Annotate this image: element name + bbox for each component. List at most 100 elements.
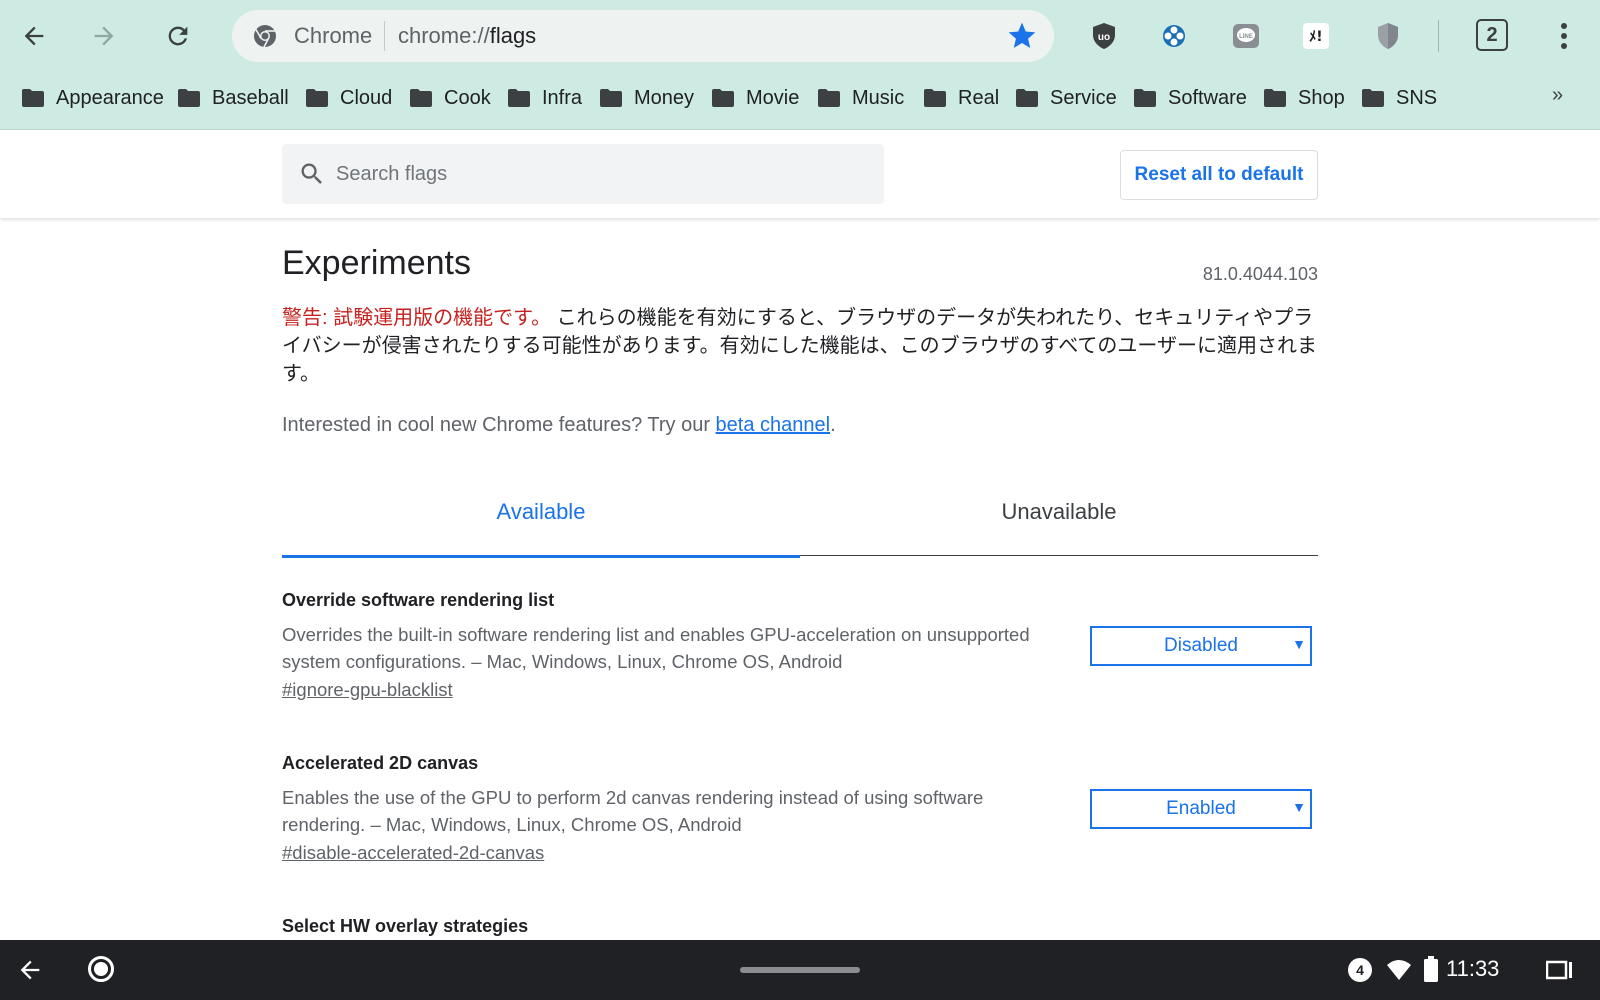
dropdown-arrow-icon: ▼ (1292, 636, 1306, 652)
bookmark-label: Shop (1298, 86, 1345, 109)
bookmark-label: Money (634, 86, 695, 109)
bookmark-folder[interactable]: Software (1134, 80, 1247, 116)
bookmark-label: Movie (746, 86, 800, 109)
folder-icon (22, 89, 44, 107)
toolbar-separator (1438, 20, 1439, 52)
overview-icon[interactable] (1546, 960, 1574, 980)
launcher-home-button[interactable] (88, 956, 114, 982)
arrow-left-icon (24, 26, 44, 46)
search-icon (301, 163, 322, 184)
folder-icon (1016, 89, 1038, 107)
bookmark-folder[interactable]: Real (924, 80, 999, 116)
arrow-right-icon (94, 26, 114, 46)
reload-icon (168, 26, 188, 46)
bookmark-label: SNS (1396, 86, 1438, 109)
flag-name: Select HW overlay strategies (282, 916, 529, 936)
bookmark-folder[interactable]: Movie (712, 80, 799, 116)
omnibox-url[interactable]: chrome://flags (398, 23, 536, 49)
flag-anchor-link[interactable]: #ignore-gpu-blacklist (282, 679, 453, 701)
notification-count-badge[interactable]: 4 (1348, 958, 1372, 982)
page-title: Experiments (282, 244, 471, 282)
bookmark-label: Real (958, 86, 1000, 109)
reset-all-button[interactable]: Reset all to default (1120, 150, 1318, 200)
flag-state-select[interactable]: Enabled ▼ (1090, 789, 1312, 829)
folder-icon (306, 89, 328, 107)
search-box[interactable] (282, 144, 884, 204)
omnibox-site-label: Chrome (294, 23, 373, 48)
back-button[interactable] (12, 14, 56, 58)
ublock-icon-label: uo (1098, 32, 1110, 43)
bookmark-folder[interactable]: Money (600, 80, 694, 116)
flag-anchor-link[interactable]: #disable-accelerated-2d-canvas (282, 842, 544, 864)
folder-icon (1264, 89, 1286, 107)
folder-icon (410, 89, 432, 107)
ublock-icon: uo (1093, 23, 1115, 49)
flag-name: Override software rendering list (282, 590, 555, 610)
wifi-icon[interactable] (1386, 958, 1412, 982)
beta-suffix: . (830, 414, 836, 436)
home-dot-icon (94, 962, 108, 976)
flags-header: Reset all to default (0, 130, 1600, 218)
hotseat-handle[interactable] (740, 967, 860, 973)
shield-icon (1378, 23, 1398, 49)
bookmark-folder[interactable]: Infra (508, 80, 582, 116)
flag-name: Accelerated 2D canvas (282, 753, 479, 773)
line-extension-button[interactable]: LINE (1230, 20, 1262, 52)
folder-icon (508, 89, 530, 107)
flags-tabs: Available Unavailable (282, 468, 1318, 558)
more-menu-icon[interactable] (1548, 18, 1580, 54)
omnibox[interactable]: Chrome chrome://flags (232, 10, 1054, 62)
folder-icon (1362, 89, 1384, 107)
bookmark-folder[interactable]: Baseball (178, 80, 289, 116)
search-input[interactable] (336, 154, 866, 194)
folder-icon (1134, 89, 1156, 107)
ublock-extension-button[interactable]: uo (1088, 20, 1120, 52)
flag-state-select[interactable]: Disabled ▼ (1090, 626, 1312, 666)
bookmark-star-icon[interactable] (1006, 20, 1038, 52)
folder-icon (712, 89, 734, 107)
bookmark-folder[interactable]: Appearance (22, 80, 164, 116)
line-icon: LINE (1233, 24, 1259, 48)
bookmark-folder[interactable]: SNS (1362, 80, 1437, 116)
bookmark-label: Cook (444, 86, 491, 109)
reload-button[interactable] (156, 14, 200, 58)
battery-icon[interactable] (1424, 956, 1438, 982)
chrome-logo-icon (254, 25, 276, 48)
bookmark-label: Cloud (340, 86, 393, 109)
url-path: flags (489, 23, 537, 48)
bookmarks-overflow-button[interactable]: » (1552, 84, 1563, 107)
warning-prefix: 警告: 試験運用版の機能です。 (282, 307, 552, 329)
tab-available[interactable]: Available (282, 468, 800, 558)
mail-extension-icon-label: ﾒ! (1309, 29, 1322, 45)
folder-icon (178, 89, 200, 107)
bookmark-folder[interactable]: Music (818, 80, 904, 116)
bookmark-folder[interactable]: Shop (1264, 80, 1345, 116)
flag-state-value: Enabled (1166, 798, 1236, 819)
flag-description: Enables the use of the GPU to perform 2d… (282, 787, 984, 835)
shelf-back-icon[interactable] (16, 956, 44, 984)
mail-extension-icon: ﾒ! (1303, 23, 1329, 49)
system-clock[interactable]: 11:33 (1446, 956, 1499, 982)
bookmark-label: Software (1168, 86, 1247, 109)
shield-extension-button[interactable] (1372, 20, 1404, 52)
folder-icon (924, 89, 946, 107)
forward-button[interactable] (82, 14, 126, 58)
line-icon-label: LINE (1239, 34, 1253, 40)
warning-message: 警告: 試験運用版の機能です。 これらの機能を有効にすると、ブラウザのデータが失… (282, 304, 1318, 388)
bookmark-label: Baseball (212, 86, 289, 109)
flag-item: Override software rendering list Overrid… (282, 590, 1318, 701)
beta-promo: Interested in cool new Chrome features? … (282, 414, 836, 437)
flag-description: Overrides the built-in software renderin… (282, 624, 1030, 672)
beta-prefix: Interested in cool new Chrome features? … (282, 414, 716, 436)
version-label: 81.0.4044.103 (1202, 264, 1318, 284)
beta-channel-link[interactable]: beta channel (716, 414, 831, 436)
bookmark-folder[interactable]: Cook (410, 80, 491, 116)
tab-switcher-button[interactable]: 2 (1476, 19, 1508, 51)
tab-unavailable[interactable]: Unavailable (800, 468, 1318, 556)
dropdown-arrow-icon: ▼ (1292, 799, 1306, 815)
mail-extension-button[interactable]: ﾒ! (1300, 20, 1332, 52)
extension-blue-icon (1163, 25, 1185, 47)
blue-extension-button[interactable] (1158, 20, 1190, 52)
bookmark-folder[interactable]: Service (1016, 80, 1117, 116)
bookmark-folder[interactable]: Cloud (306, 80, 392, 116)
